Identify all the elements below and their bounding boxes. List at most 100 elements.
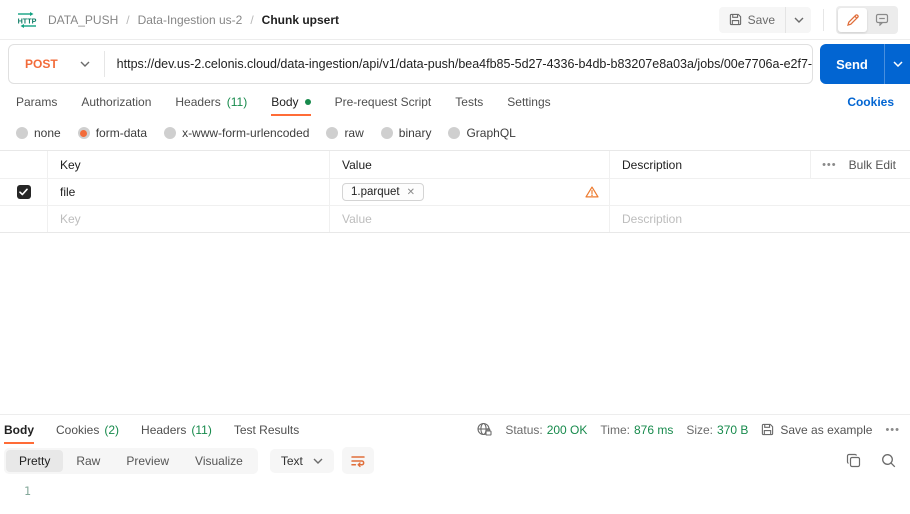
response-tab-test-results[interactable]: Test Results (234, 415, 299, 444)
view-pretty[interactable]: Pretty (6, 450, 63, 472)
pencil-icon (846, 13, 860, 27)
remove-file-icon[interactable]: ✕ (407, 187, 415, 198)
row-checkbox-cell (0, 179, 48, 205)
breadcrumb-folder[interactable]: Data-Ingestion us-2 (138, 13, 243, 27)
key-input-placeholder[interactable]: Key (48, 206, 330, 232)
header-actions: Save (719, 6, 898, 34)
mode-label: x-www-form-urlencoded (182, 126, 309, 140)
format-value: Text (281, 454, 303, 468)
url-input[interactable]: https://dev.us-2.celonis.cloud/data-inge… (105, 57, 812, 71)
tab-settings[interactable]: Settings (507, 88, 550, 116)
request-tabs: Params Authorization Headers (11) Body P… (0, 88, 910, 116)
headers-count-badge: (11) (227, 95, 247, 109)
time-badge: Time: 876 ms (600, 423, 673, 437)
mode-raw[interactable]: raw (326, 126, 363, 140)
mode-none[interactable]: none (16, 126, 61, 140)
response-options-menu-icon[interactable]: ••• (885, 424, 900, 436)
wrap-lines-icon (350, 454, 366, 468)
view-raw[interactable]: Raw (63, 450, 113, 472)
cookies-link[interactable]: Cookies (847, 95, 894, 109)
column-header-description: Description (610, 151, 810, 178)
tab-label: Headers (141, 423, 186, 437)
save-button-group: Save (719, 7, 811, 33)
response-toolbar-actions (846, 453, 896, 468)
save-button[interactable]: Save (719, 7, 785, 33)
row-checkbox-cell (0, 206, 48, 232)
response-body-editor[interactable]: 1 (0, 477, 910, 514)
radio-icon (164, 127, 176, 139)
status-label: Status: (505, 423, 542, 437)
mode-graphql[interactable]: GraphQL (448, 126, 515, 140)
table-options-menu-icon[interactable]: ••• (822, 159, 837, 171)
breadcrumb-separator: / (126, 13, 129, 27)
description-cell[interactable] (610, 179, 910, 205)
postman-request-window: HTTP DATA_PUSH / Data-Ingestion us-2 / C… (0, 0, 910, 514)
value-cell[interactable]: 1.parquet ✕ (330, 179, 610, 205)
breadcrumb: HTTP DATA_PUSH / Data-Ingestion us-2 / C… (14, 11, 339, 29)
status-value: 200 OK (547, 423, 588, 437)
tab-label: Tests (455, 95, 483, 109)
save-options-chevron-icon[interactable] (785, 7, 811, 33)
response-tab-cookies[interactable]: Cookies (2) (56, 415, 119, 444)
save-as-example-button[interactable]: Save as example (761, 423, 872, 437)
comments-button[interactable] (867, 8, 896, 32)
mode-label: raw (344, 126, 363, 140)
tab-headers[interactable]: Headers (11) (175, 88, 247, 116)
file-chip-label: 1.parquet (351, 186, 400, 198)
search-response-button[interactable] (881, 453, 896, 468)
copy-response-button[interactable] (846, 453, 861, 468)
mode-binary[interactable]: binary (381, 126, 432, 140)
line-number: 1 (24, 484, 31, 498)
radio-icon (381, 127, 393, 139)
tab-authorization[interactable]: Authorization (81, 88, 151, 116)
row-checkbox-checked[interactable] (17, 185, 31, 199)
check-icon (19, 188, 28, 196)
breadcrumb-collection[interactable]: DATA_PUSH (48, 13, 118, 27)
value-input-placeholder[interactable]: Value (330, 206, 610, 232)
radio-icon (16, 127, 28, 139)
tab-pre-request-script[interactable]: Pre-request Script (335, 88, 432, 116)
tab-label: Authorization (81, 95, 151, 109)
response-tab-body[interactable]: Body (4, 415, 34, 444)
send-options-chevron-icon[interactable] (884, 44, 910, 84)
bulk-edit-button[interactable]: Bulk Edit (849, 158, 896, 172)
breadcrumb-request-name[interactable]: Chunk upsert (262, 13, 339, 27)
header-divider (823, 9, 824, 31)
http-method-icon: HTTP (14, 11, 40, 29)
description-input-placeholder[interactable]: Description (610, 206, 910, 232)
tab-params[interactable]: Params (16, 88, 57, 116)
view-preview[interactable]: Preview (113, 450, 182, 472)
mode-label: none (34, 126, 61, 140)
response-tab-headers[interactable]: Headers (11) (141, 415, 212, 444)
mode-x-www-form-urlencoded[interactable]: x-www-form-urlencoded (164, 126, 309, 140)
tab-label: Params (16, 95, 57, 109)
tab-label: Headers (175, 95, 220, 109)
tab-tests[interactable]: Tests (455, 88, 483, 116)
save-button-label: Save (748, 13, 775, 27)
url-bar-row: POST https://dev.us-2.celonis.cloud/data… (0, 40, 910, 88)
chevron-down-icon (313, 458, 323, 464)
tab-label: Settings (507, 95, 550, 109)
svg-text:HTTP: HTTP (18, 16, 37, 25)
size-label: Size: (686, 423, 713, 437)
mode-form-data[interactable]: form-data (78, 126, 147, 140)
time-label: Time: (600, 423, 630, 437)
column-header-value: Value (330, 151, 610, 178)
size-value: 370 B (717, 423, 748, 437)
tab-body[interactable]: Body (271, 88, 310, 116)
send-button-label: Send (820, 44, 884, 84)
response-toolbar: Pretty Raw Preview Visualize Text (0, 444, 910, 477)
key-cell[interactable]: file (48, 179, 330, 205)
format-dropdown[interactable]: Text (270, 449, 334, 473)
column-header-key: Key (48, 151, 330, 178)
url-container: POST https://dev.us-2.celonis.cloud/data… (8, 44, 813, 84)
search-icon (881, 453, 896, 468)
send-button[interactable]: Send (820, 44, 910, 84)
wrap-lines-button[interactable] (342, 447, 374, 474)
view-visualize[interactable]: Visualize (182, 450, 256, 472)
save-as-example-label: Save as example (780, 423, 872, 437)
edit-mode-button[interactable] (838, 8, 867, 32)
bulk-edit-cell: ••• Bulk Edit (810, 151, 910, 178)
method-selector[interactable]: POST (9, 57, 104, 71)
network-globe-icon[interactable] (476, 422, 492, 437)
